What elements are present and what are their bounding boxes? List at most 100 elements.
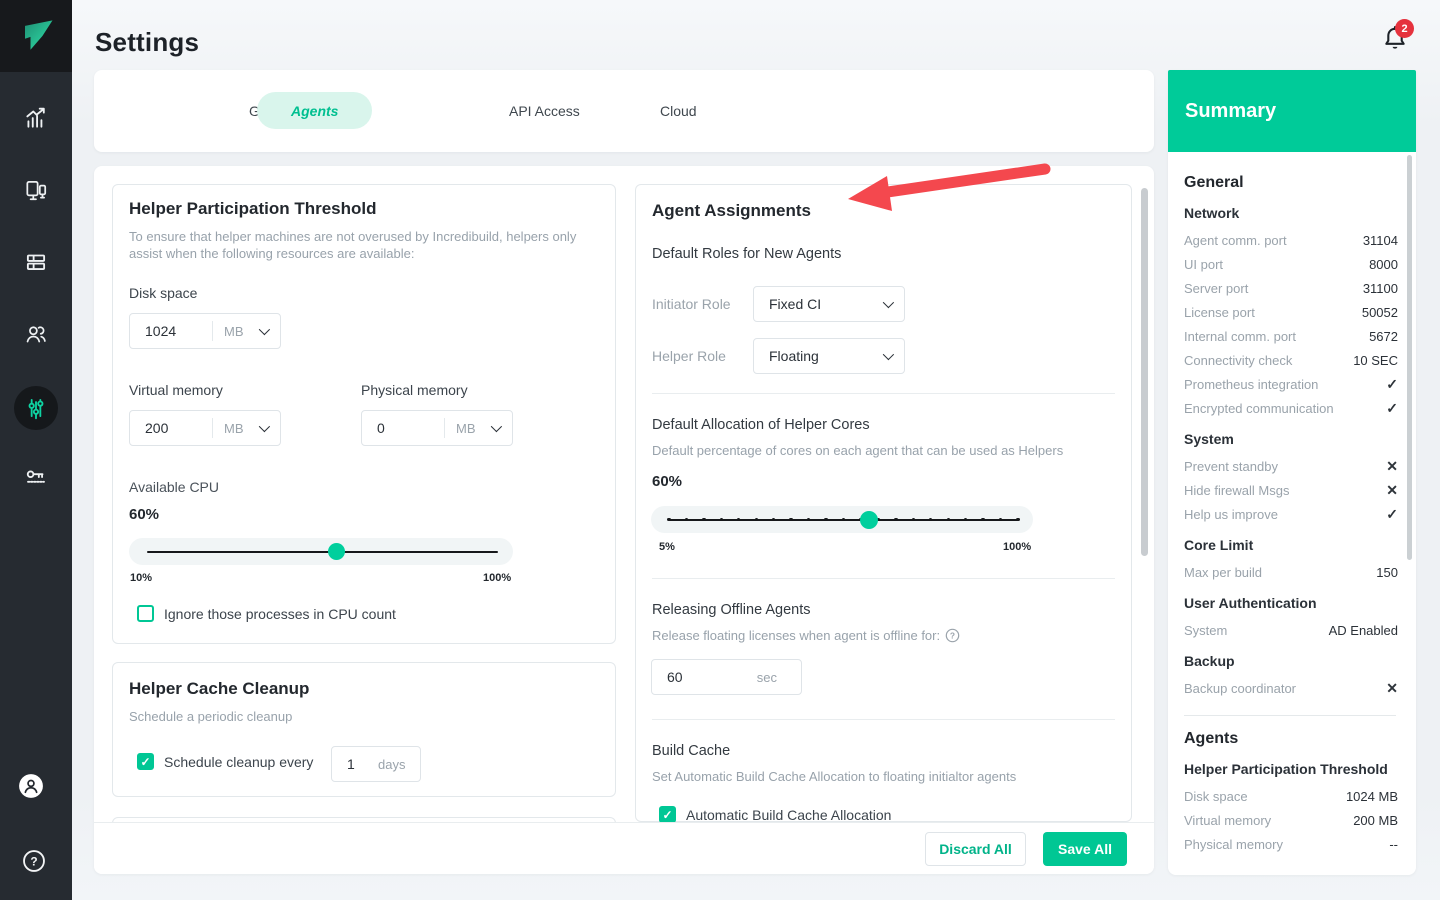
- summary-row-value: 31104: [1363, 233, 1398, 248]
- chevron-down-icon[interactable]: [259, 324, 270, 335]
- available-cpu-slider[interactable]: [129, 538, 513, 565]
- release-timeout-value[interactable]: 60: [652, 669, 683, 685]
- sidebar-item-analytics[interactable]: [12, 94, 60, 142]
- settings-tabs: GeneralAgentsAPI AccessCloud: [94, 70, 1154, 152]
- summary-row-label: Help us improve: [1184, 507, 1278, 522]
- available-cpu-label: Available CPU: [129, 479, 219, 495]
- slider-min-label: 10%: [130, 572, 152, 584]
- disk-space-input[interactable]: 1024 MB: [129, 313, 281, 349]
- chevron-down-icon[interactable]: [491, 421, 502, 432]
- svg-text:?: ?: [950, 630, 955, 640]
- input-divider: [212, 321, 213, 341]
- slider-max-label: 100%: [483, 572, 511, 584]
- sidebar-item-avatar[interactable]: [12, 767, 60, 815]
- tab-cloud[interactable]: Cloud: [660, 70, 697, 152]
- summary-row: UI port8000: [1184, 252, 1398, 276]
- tab-api-access[interactable]: API Access: [509, 70, 580, 152]
- license-icon: [23, 465, 49, 491]
- initiator-role-select[interactable]: Fixed CI: [753, 286, 905, 322]
- summary-row-label: Internal comm. port: [1184, 329, 1296, 344]
- summary-scrollbar-thumb[interactable]: [1407, 155, 1412, 560]
- physical-memory-value[interactable]: 0: [362, 420, 385, 436]
- summary-row-label: Backup coordinator: [1184, 681, 1296, 696]
- summary-group-title: Backup: [1184, 653, 1398, 669]
- summary-row: Encrypted communication✓: [1184, 396, 1398, 420]
- summary-row-value: AD Enabled: [1329, 623, 1398, 638]
- slider-min-label: 5%: [659, 541, 675, 553]
- ignore-processes-checkbox[interactable]: [137, 605, 154, 622]
- summary-row-label: Physical memory: [1184, 837, 1283, 852]
- chevron-down-icon[interactable]: [259, 421, 270, 432]
- schedule-cleanup-label: Schedule cleanup every: [164, 754, 313, 770]
- app-logo[interactable]: [0, 0, 72, 72]
- summary-row-label: Max per build: [1184, 565, 1262, 580]
- slider-tick: [755, 518, 758, 521]
- discard-all-button[interactable]: Discard All: [925, 832, 1026, 866]
- save-all-button[interactable]: Save All: [1043, 832, 1127, 866]
- tab-agents[interactable]: Agents: [257, 92, 372, 129]
- virtual-memory-input[interactable]: 200 MB: [129, 410, 281, 446]
- cores-heading: Default Allocation of Helper Cores: [652, 417, 870, 433]
- virtual-memory-label: Virtual memory: [129, 382, 223, 398]
- summary-panel: Summary GeneralNetworkAgent comm. port31…: [1168, 70, 1416, 875]
- summary-row: Max per build150: [1184, 560, 1398, 584]
- summary-header: Summary: [1168, 70, 1416, 152]
- slider-tick: [999, 518, 1002, 521]
- initiator-role-label: Initiator Role: [652, 296, 731, 312]
- page-title: Settings: [95, 27, 199, 58]
- summary-row-value: 200 MB: [1353, 813, 1398, 828]
- releasing-description: Release floating licenses when agent is …: [652, 628, 960, 648]
- agents-icon: [23, 177, 49, 203]
- slider-tick: [964, 518, 967, 521]
- summary-group-title: Core Limit: [1184, 537, 1398, 553]
- helper-participation-threshold-card: Helper Participation Threshold To ensure…: [112, 184, 616, 644]
- ignore-processes-row: Ignore those processes in CPU count: [137, 605, 396, 622]
- sidebar-item-users[interactable]: [12, 310, 60, 358]
- helper-role-select[interactable]: Floating: [753, 338, 905, 374]
- summary-row-value: 1024 MB: [1346, 789, 1398, 804]
- schedule-cleanup-checkbox[interactable]: [137, 753, 154, 770]
- slider-handle[interactable]: [860, 511, 878, 529]
- ignore-processes-label: Ignore those processes in CPU count: [164, 606, 396, 622]
- disk-space-unit: MB: [224, 324, 244, 339]
- slider-tick: [912, 518, 915, 521]
- help-circle-icon[interactable]: ?: [945, 628, 960, 648]
- content-scrollbar-thumb[interactable]: [1141, 188, 1148, 556]
- summary-row-value: --: [1389, 837, 1398, 852]
- cross-icon: ✕: [1386, 680, 1398, 697]
- summary-row: License port50052: [1184, 300, 1398, 324]
- summary-row: Prevent standby✕: [1184, 454, 1398, 478]
- releasing-description-text: Release floating licenses when agent is …: [652, 628, 940, 643]
- disk-space-value[interactable]: 1024: [130, 323, 176, 339]
- sidebar-item-help[interactable]: ?: [12, 839, 60, 887]
- chevron-down-icon[interactable]: [883, 297, 894, 308]
- cleanup-interval-input[interactable]: 1 days: [331, 746, 421, 782]
- helper-role-label: Helper Role: [652, 348, 726, 364]
- summary-row-label: UI port: [1184, 257, 1223, 272]
- sidebar: ?: [0, 0, 72, 900]
- cores-slider[interactable]: [651, 506, 1033, 533]
- slider-handle[interactable]: [328, 543, 345, 560]
- sidebar-item-settings[interactable]: [12, 384, 60, 432]
- summary-row-value: 50052: [1362, 305, 1398, 320]
- physical-memory-input[interactable]: 0 MB: [361, 410, 513, 446]
- sidebar-item-license[interactable]: [12, 454, 60, 502]
- cleanup-interval-value[interactable]: 1: [332, 756, 355, 772]
- builds-icon: [23, 249, 49, 275]
- sidebar-item-agents[interactable]: [12, 166, 60, 214]
- sidebar-item-builds[interactable]: [12, 238, 60, 286]
- slider-tick: [685, 518, 688, 521]
- slider-tick: [981, 518, 984, 521]
- summary-row: Server port31100: [1184, 276, 1398, 300]
- notifications-button[interactable]: 2: [1381, 24, 1415, 58]
- summary-group-title: System: [1184, 431, 1398, 447]
- avatar-icon: [18, 773, 54, 809]
- slider-tick: [947, 518, 950, 521]
- release-timeout-input[interactable]: 60 sec: [651, 659, 802, 695]
- physical-memory-label: Physical memory: [361, 382, 468, 398]
- cleanup-interval-unit: days: [378, 757, 405, 772]
- chevron-down-icon[interactable]: [883, 349, 894, 360]
- auto-build-cache-checkbox[interactable]: [659, 806, 676, 823]
- releasing-heading: Releasing Offline Agents: [652, 602, 811, 618]
- virtual-memory-value[interactable]: 200: [130, 420, 168, 436]
